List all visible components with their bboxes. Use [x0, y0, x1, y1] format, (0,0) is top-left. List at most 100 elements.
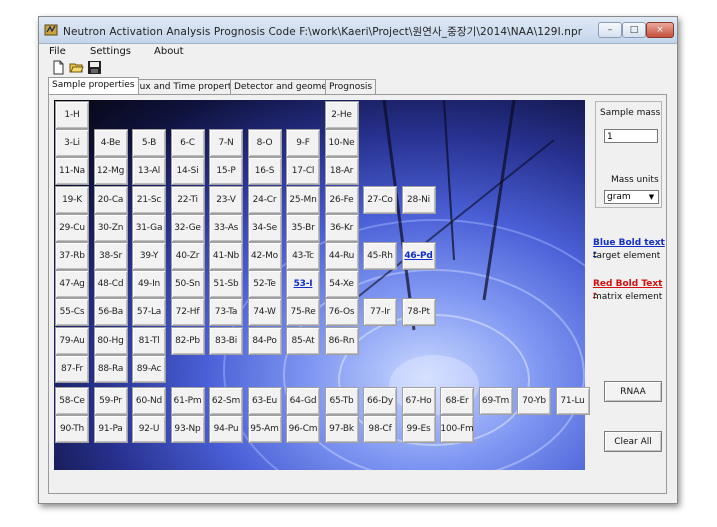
sample-mass-input[interactable]: 1	[604, 129, 658, 143]
clear-all-button[interactable]: Clear All	[604, 431, 662, 452]
element-cell-6-c[interactable]: 6-C	[170, 129, 205, 158]
element-cell-5-b[interactable]: 5-B	[132, 129, 166, 158]
element-cell-19-k[interactable]: 19-K	[55, 185, 89, 214]
element-cell-4-be[interactable]: 4-Be	[93, 129, 128, 158]
mass-units-select[interactable]: gram ▼	[604, 190, 659, 204]
element-cell-94-pu[interactable]: 94-Pu	[209, 415, 243, 444]
element-cell-66-dy[interactable]: 66-Dy	[363, 387, 397, 415]
element-cell-86-rn[interactable]: 86-Rn	[324, 326, 359, 355]
element-cell-47-ag[interactable]: 47-Ag	[55, 270, 89, 299]
minimize-button[interactable]: –	[598, 22, 622, 38]
tab-prognosis[interactable]: Prognosis	[325, 79, 377, 94]
element-cell-10-ne[interactable]: 10-Ne	[324, 129, 359, 158]
element-cell-32-ge[interactable]: 32-Ge	[170, 213, 205, 242]
element-cell-25-mn[interactable]: 25-Mn	[286, 185, 320, 214]
element-cell-95-am[interactable]: 95-Am	[247, 415, 282, 444]
element-cell-14-si[interactable]: 14-Si	[170, 157, 205, 186]
element-cell-67-ho[interactable]: 67-Ho	[401, 387, 436, 415]
element-cell-35-br[interactable]: 35-Br	[286, 213, 320, 242]
element-cell-80-hg[interactable]: 80-Hg	[93, 326, 128, 355]
element-cell-64-gd[interactable]: 64-Gd	[286, 387, 320, 415]
element-cell-31-ga[interactable]: 31-Ga	[132, 213, 166, 242]
element-cell-52-te[interactable]: 52-Te	[247, 270, 282, 299]
element-cell-37-rb[interactable]: 37-Rb	[55, 242, 89, 270]
element-cell-93-np[interactable]: 93-Np	[170, 415, 205, 444]
element-cell-18-ar[interactable]: 18-Ar	[324, 157, 359, 186]
element-cell-53-i[interactable]: 53-I	[286, 270, 320, 299]
element-cell-1-h[interactable]: 1-H	[55, 101, 89, 129]
element-cell-51-sb[interactable]: 51-Sb	[209, 270, 243, 299]
menu-settings[interactable]: Settings	[90, 46, 131, 57]
element-cell-57-la[interactable]: 57-La	[132, 298, 166, 327]
menu-file[interactable]: File	[49, 46, 66, 57]
element-cell-12-mg[interactable]: 12-Mg	[93, 157, 128, 186]
element-cell-30-zn[interactable]: 30-Zn	[93, 213, 128, 242]
element-cell-70-yb[interactable]: 70-Yb	[517, 387, 551, 415]
element-cell-78-pt[interactable]: 78-Pt	[401, 298, 436, 327]
element-cell-16-s[interactable]: 16-S	[247, 157, 282, 186]
element-cell-27-co[interactable]: 27-Co	[363, 185, 397, 214]
element-cell-33-as[interactable]: 33-As	[209, 213, 243, 242]
element-cell-71-lu[interactable]: 71-Lu	[555, 387, 590, 415]
element-cell-36-kr[interactable]: 36-Kr	[324, 213, 359, 242]
element-cell-9-f[interactable]: 9-F	[286, 129, 320, 158]
element-cell-24-cr[interactable]: 24-Cr	[247, 185, 282, 214]
element-cell-87-fr[interactable]: 87-Fr	[55, 354, 89, 383]
element-cell-61-pm[interactable]: 61-Pm	[170, 387, 205, 415]
element-cell-34-se[interactable]: 34-Se	[247, 213, 282, 242]
element-cell-17-cl[interactable]: 17-Cl	[286, 157, 320, 186]
chevron-down-icon[interactable]: ▼	[646, 192, 657, 202]
element-cell-22-ti[interactable]: 22-Ti	[170, 185, 205, 214]
element-cell-13-al[interactable]: 13-Al	[132, 157, 166, 186]
element-cell-21-sc[interactable]: 21-Sc	[132, 185, 166, 214]
element-cell-90-th[interactable]: 90-Th	[55, 415, 89, 444]
open-folder-icon[interactable]	[69, 60, 84, 75]
new-file-icon[interactable]	[51, 60, 66, 75]
menu-about[interactable]: About	[154, 46, 184, 57]
element-cell-76-os[interactable]: 76-Os	[324, 298, 359, 327]
element-cell-97-bk[interactable]: 97-Bk	[324, 415, 359, 444]
element-cell-41-nb[interactable]: 41-Nb	[209, 242, 243, 270]
element-cell-99-es[interactable]: 99-Es	[401, 415, 436, 444]
element-cell-96-cm[interactable]: 96-Cm	[286, 415, 320, 444]
element-cell-58-ce[interactable]: 58-Ce	[55, 387, 89, 415]
close-button[interactable]: ×	[646, 22, 674, 38]
element-cell-29-cu[interactable]: 29-Cu	[55, 213, 89, 242]
element-cell-7-n[interactable]: 7-N	[209, 129, 243, 158]
element-cell-3-li[interactable]: 3-Li	[55, 129, 89, 158]
rnaa-button[interactable]: RNAA	[604, 381, 662, 402]
element-cell-82-pb[interactable]: 82-Pb	[170, 326, 205, 355]
element-cell-89-ac[interactable]: 89-Ac	[132, 354, 166, 383]
element-cell-79-au[interactable]: 79-Au	[55, 326, 89, 355]
element-cell-62-sm[interactable]: 62-Sm	[209, 387, 243, 415]
element-cell-98-cf[interactable]: 98-Cf	[363, 415, 397, 444]
element-cell-28-ni[interactable]: 28-Ni	[401, 185, 436, 214]
element-cell-81-tl[interactable]: 81-Tl	[132, 326, 166, 355]
save-icon[interactable]	[87, 60, 102, 75]
element-cell-43-tc[interactable]: 43-Tc	[286, 242, 320, 270]
element-cell-59-pr[interactable]: 59-Pr	[93, 387, 128, 415]
element-cell-68-er[interactable]: 68-Er	[440, 387, 474, 415]
element-cell-49-in[interactable]: 49-In	[132, 270, 166, 299]
element-cell-8-o[interactable]: 8-O	[247, 129, 282, 158]
element-cell-20-ca[interactable]: 20-Ca	[93, 185, 128, 214]
element-cell-15-p[interactable]: 15-P	[209, 157, 243, 186]
maximize-button[interactable]: □	[622, 22, 646, 38]
element-cell-38-sr[interactable]: 38-Sr	[93, 242, 128, 270]
element-cell-56-ba[interactable]: 56-Ba	[93, 298, 128, 327]
element-cell-92-u[interactable]: 92-U	[132, 415, 166, 444]
element-cell-84-po[interactable]: 84-Po	[247, 326, 282, 355]
element-cell-44-ru[interactable]: 44-Ru	[324, 242, 359, 270]
element-cell-40-zr[interactable]: 40-Zr	[170, 242, 205, 270]
element-cell-45-rh[interactable]: 45-Rh	[363, 242, 397, 270]
element-cell-73-ta[interactable]: 73-Ta	[209, 298, 243, 327]
element-cell-85-at[interactable]: 85-At	[286, 326, 320, 355]
element-cell-46-pd[interactable]: 46-Pd	[401, 242, 436, 270]
element-cell-83-bi[interactable]: 83-Bi	[209, 326, 243, 355]
element-cell-74-w[interactable]: 74-W	[247, 298, 282, 327]
element-cell-72-hf[interactable]: 72-Hf	[170, 298, 205, 327]
element-cell-42-mo[interactable]: 42-Mo	[247, 242, 282, 270]
element-cell-100-fm[interactable]: 100-Fm	[440, 415, 474, 444]
element-cell-2-he[interactable]: 2-He	[324, 101, 359, 129]
element-cell-55-cs[interactable]: 55-Cs	[55, 298, 89, 327]
